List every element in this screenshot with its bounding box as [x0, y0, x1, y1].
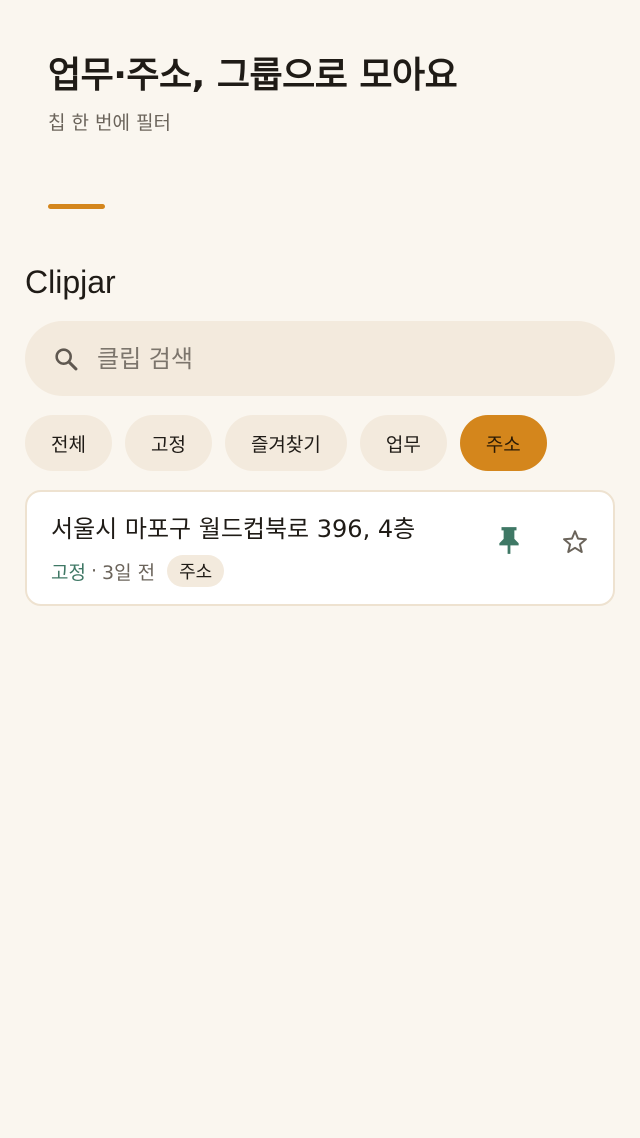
clip-time: 3일 전	[102, 561, 156, 584]
chip-favorites[interactable]: 즐겨찾기	[224, 415, 347, 471]
chip-work[interactable]: 업무	[359, 415, 447, 471]
search-bar[interactable]	[25, 321, 615, 396]
clip-meta: 고정 · 3일 전 주소	[51, 555, 225, 587]
accent-bar	[48, 204, 105, 209]
pin-button[interactable]	[489, 522, 529, 562]
search-input[interactable]	[97, 344, 557, 373]
onboarding-header: 업무·주소, 그룹으로 모아요 칩 한 번에 필터	[48, 52, 608, 136]
favorite-button[interactable]	[555, 524, 595, 564]
meta-separator: ·	[90, 560, 98, 582]
subhead: 칩 한 번에 필터	[48, 112, 171, 134]
app-title: Clipjar	[25, 264, 116, 300]
clip-status: 고정	[51, 561, 86, 584]
chip-address[interactable]: 주소	[459, 415, 547, 471]
clip-tag: 주소	[167, 555, 225, 587]
chip-pinned[interactable]: 고정	[124, 415, 212, 471]
clip-card[interactable]: 서울시 마포구 월드컵북로 396, 4층 고정 · 3일 전 주소	[25, 490, 615, 606]
pin-icon	[496, 525, 522, 559]
filter-chips: 전체 고정 즐겨찾기 업무 주소	[25, 415, 547, 471]
clip-text: 서울시 마포구 월드컵북로 396, 4층	[51, 515, 416, 543]
headline: 업무·주소, 그룹으로 모아요	[48, 55, 458, 96]
chip-all[interactable]: 전체	[25, 415, 112, 471]
search-icon	[51, 344, 81, 374]
star-outline-icon	[561, 528, 589, 560]
